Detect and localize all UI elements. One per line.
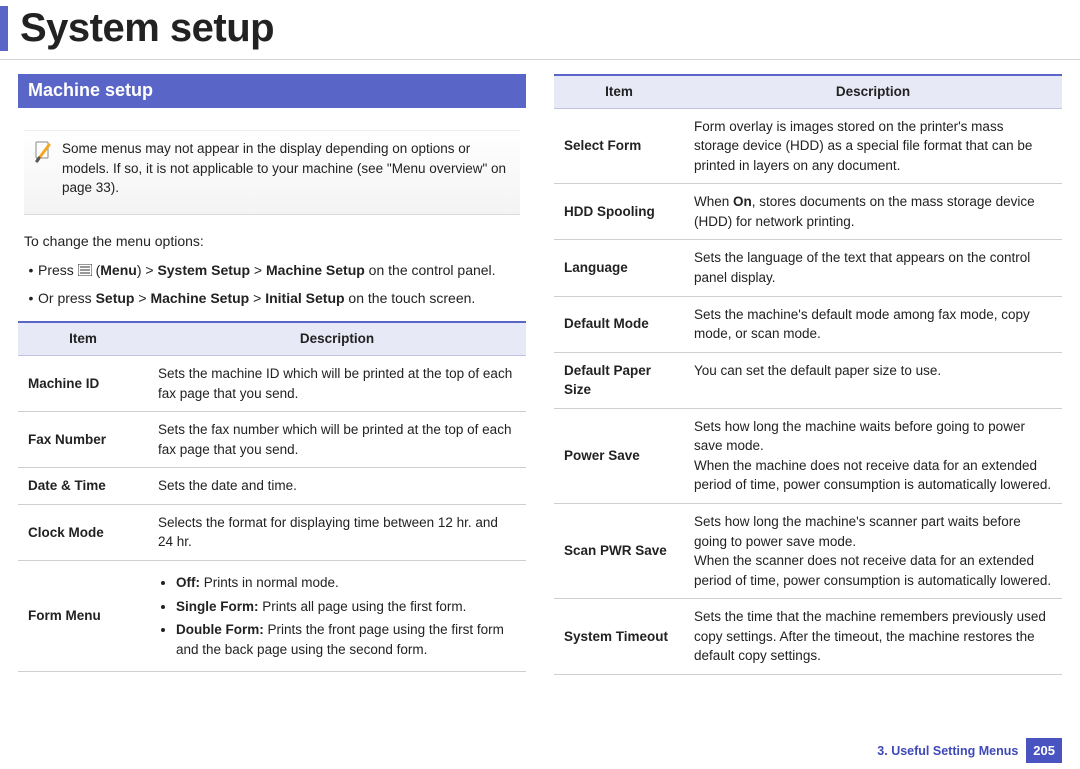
page-footer: 3. Useful Setting Menus 205 (877, 738, 1062, 763)
footer-page-number: 205 (1026, 738, 1062, 763)
table-row: Default ModeSets the machine's default m… (554, 296, 1062, 352)
table-row: System TimeoutSets the time that the mac… (554, 599, 1062, 675)
table-row: Scan PWR Save Sets how long the machine'… (554, 504, 1062, 599)
steps-list: • Press (Menu) > System Setup > Machine … (24, 259, 520, 310)
intro-text: To change the menu options: (24, 233, 520, 249)
th-item: Item (18, 322, 148, 355)
table-row: Form Menu Off: Prints in normal mode. Si… (18, 560, 526, 671)
table-row: Fax NumberSets the fax number which will… (18, 412, 526, 468)
th-desc: Description (684, 75, 1062, 108)
table-row: Default Paper SizeYou can set the defaul… (554, 352, 1062, 408)
note-box: Some menus may not appear in the display… (24, 130, 520, 215)
page-title: System setup (20, 6, 1080, 51)
left-column: Machine setup Some menus may not appear … (18, 74, 526, 675)
section-heading: Machine setup (18, 74, 526, 108)
table-row: Power Save Sets how long the machine wai… (554, 408, 1062, 503)
step-1: • Press (Menu) > System Setup > Machine … (24, 259, 520, 281)
table-row: HDD Spooling When On, stores documents o… (554, 184, 1062, 240)
table-row: LanguageSets the language of the text th… (554, 240, 1062, 296)
step-2: • Or press Setup > Machine Setup > Initi… (24, 287, 520, 309)
table-left: Item Description Machine IDSets the mach… (18, 321, 526, 672)
th-desc: Description (148, 322, 526, 355)
note-icon (34, 141, 52, 163)
table-right: Item Description Select FormForm overlay… (554, 74, 1062, 675)
table-row: Select FormForm overlay is images stored… (554, 108, 1062, 184)
table-row: Machine IDSets the machine ID which will… (18, 356, 526, 412)
footer-chapter: 3. Useful Setting Menus (877, 744, 1018, 758)
note-text: Some menus may not appear in the display… (62, 139, 510, 198)
form-menu-options: Off: Prints in normal mode. Single Form:… (158, 573, 516, 659)
table-row: Date & TimeSets the date and time. (18, 468, 526, 505)
table-row: Clock ModeSelects the format for display… (18, 504, 526, 560)
right-column: Item Description Select FormForm overlay… (554, 74, 1062, 675)
th-item: Item (554, 75, 684, 108)
menu-icon (78, 264, 92, 276)
